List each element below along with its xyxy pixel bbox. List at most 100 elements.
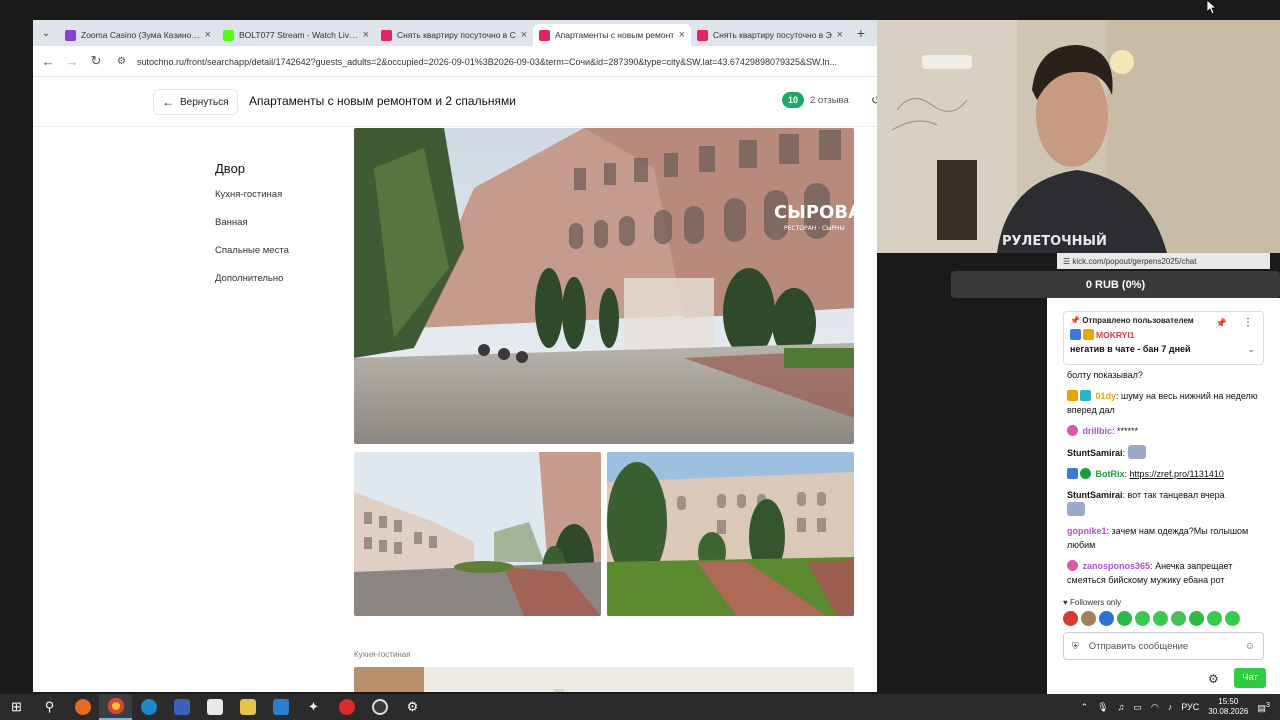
tab-favicon-icon: [539, 29, 550, 41]
clock[interactable]: 15:50 30.08.2026: [1208, 697, 1248, 717]
yandex-icon[interactable]: [330, 694, 363, 720]
chrome-icon[interactable]: [99, 694, 132, 720]
nav-item-bathroom[interactable]: Ванная: [215, 217, 289, 228]
reload-icon[interactable]: ↻: [84, 53, 108, 69]
emote-icon[interactable]: [1117, 611, 1132, 626]
chat-username[interactable]: drillbic: [1083, 426, 1113, 436]
chat-username[interactable]: 01dy: [1096, 391, 1117, 401]
tab-close-icon[interactable]: ×: [363, 29, 369, 41]
back-button-label: Вернуться: [180, 96, 229, 108]
save-disk-icon[interactable]: [165, 694, 198, 720]
tab-strip: ⌄ Zooma Casino (Зума Казино) о × BOLT077…: [33, 20, 877, 46]
tab-close-icon[interactable]: ×: [679, 29, 685, 41]
tab-close-icon[interactable]: ×: [205, 29, 211, 41]
more-options-icon[interactable]: ⋮: [1243, 317, 1253, 328]
tab-search-dropdown[interactable]: ⌄: [33, 20, 59, 46]
chat-username[interactable]: StuntSamirai: [1067, 490, 1123, 500]
chat-username[interactable]: zanosponos365: [1083, 561, 1151, 571]
chat-message: gopnike1: зачем нам одежда?Мы голышом лю…: [1067, 526, 1249, 550]
tab-close-icon[interactable]: ×: [837, 29, 843, 41]
start-icon[interactable]: ⊞: [0, 694, 33, 720]
chevron-up-icon[interactable]: ⌃: [1081, 702, 1089, 713]
chat-message-input[interactable]: ⛨ Отправить сообщение ☺: [1063, 632, 1264, 660]
emote-icon[interactable]: [1207, 611, 1222, 626]
listing-header: ← Вернуться Апартаменты с новым ремонтом…: [33, 77, 877, 127]
cat-emote-icon: [1067, 502, 1085, 516]
emote-icon[interactable]: [1225, 611, 1240, 626]
volume-icon[interactable]: ♪: [1168, 702, 1173, 712]
section-caption: Кухня-гостиная: [354, 650, 411, 659]
pinned-user[interactable]: MOKRYI1: [1070, 329, 1257, 340]
browser-tab[interactable]: Снять квартиру посуточно в С ×: [375, 24, 533, 46]
tab-close-icon[interactable]: ×: [521, 29, 527, 41]
tab-favicon-icon: [381, 29, 392, 41]
emote-icon[interactable]: [1099, 611, 1114, 626]
headphones-icon[interactable]: ♫: [1118, 702, 1125, 712]
emote-icon[interactable]: [1063, 611, 1078, 626]
emote-icon[interactable]: [1171, 611, 1186, 626]
emoji-icon[interactable]: ☺: [1245, 641, 1255, 652]
firefox-icon[interactable]: [66, 694, 99, 720]
browser-tab[interactable]: BOLT077 Stream - Watch Live o ×: [217, 24, 375, 46]
back-arrow-icon[interactable]: ←: [36, 54, 60, 69]
edge-icon[interactable]: [132, 694, 165, 720]
emote-icon[interactable]: [1081, 611, 1096, 626]
browser-toolbar: ← → ↻ ⚙ sutochno.ru/front/searchapp/deta…: [33, 46, 877, 77]
kitchen-photo[interactable]: [354, 667, 854, 692]
pinned-message: 📌 Отправлено пользователем MOKRYI1 негат…: [1063, 311, 1264, 365]
store-icon[interactable]: [198, 694, 231, 720]
unpin-icon[interactable]: 📌: [1216, 318, 1227, 329]
tab-title: Снять квартиру посуточно в Э: [713, 30, 832, 40]
nav-item-kitchen[interactable]: Кухня-гостиная: [215, 189, 289, 200]
chat-messages: болту показывал? 01dy: шуму на весь нижн…: [1067, 368, 1267, 594]
browser-tab[interactable]: Снять квартиру посуточно в Э ×: [691, 24, 849, 46]
chat-settings-icon[interactable]: ⚙: [1208, 672, 1219, 686]
nav-item-beds[interactable]: Спальные места: [215, 245, 289, 256]
courtyard-photo-2[interactable]: [354, 452, 601, 616]
nav-item-extra[interactable]: Дополнительно: [215, 273, 289, 284]
nav-item-courtyard[interactable]: Двор: [215, 161, 289, 176]
folder-icon[interactable]: [231, 694, 264, 720]
browser-window: ⌄ Zooma Casino (Зума Казино) о × BOLT077…: [33, 20, 877, 692]
cat-emote-icon: [1127, 445, 1146, 459]
site-info-icon[interactable]: ⚙: [117, 56, 131, 67]
restaurant-sign-sub: РЕСТОРАН · СЫРНЫ: [784, 225, 845, 232]
verified-icon: [1080, 468, 1091, 479]
reviews-link[interactable]: 2 отзыва: [810, 95, 849, 106]
chat-username[interactable]: StuntSamirai: [1067, 448, 1123, 458]
browser-tab[interactable]: Zooma Casino (Зума Казино) о ×: [59, 24, 217, 46]
badge-icon: [1070, 329, 1081, 340]
crown-icon: [1067, 390, 1078, 401]
emote-icon[interactable]: [1189, 611, 1204, 626]
chat-username[interactable]: BotRix: [1096, 469, 1125, 479]
microphone-icon[interactable]: 🎙: [1097, 702, 1108, 713]
chat-send-button[interactable]: Чат: [1234, 668, 1266, 688]
back-button[interactable]: ← Вернуться: [153, 89, 238, 115]
forward-arrow-icon[interactable]: →: [60, 54, 84, 69]
obs-icon[interactable]: [363, 694, 396, 720]
chat-username[interactable]: gopnike1: [1067, 526, 1107, 536]
search-icon[interactable]: ⚲: [33, 694, 66, 720]
battery-icon[interactable]: ▭: [1133, 702, 1142, 713]
chat-link[interactable]: https://zref.pro/1131410: [1130, 469, 1224, 479]
url-text: sutochno.ru/front/searchapp/detail/17426…: [137, 56, 838, 67]
browser-tab-active[interactable]: Апартаменты с новым ремонт ×: [533, 24, 691, 46]
emote-icon[interactable]: [1135, 611, 1150, 626]
badge-icon: [1067, 425, 1078, 436]
language-indicator[interactable]: РУС: [1181, 702, 1199, 712]
mail-icon[interactable]: [264, 694, 297, 720]
notification-count: 3: [1265, 700, 1270, 709]
wifi-icon[interactable]: ◠: [1151, 702, 1159, 713]
notifications-icon[interactable]: ▤3: [1257, 700, 1270, 714]
settings-gear-icon[interactable]: ⚙: [396, 694, 429, 720]
page-title: Апартаменты с новым ремонтом и 2 спальня…: [249, 94, 516, 108]
new-tab-icon[interactable]: +: [849, 25, 873, 41]
courtyard-photo-main[interactable]: СЫРОВАРНЯ РЕСТОРАН · СЫРНЫ: [354, 128, 854, 444]
bot-badge-icon: [1067, 468, 1078, 479]
address-bar[interactable]: ⚙ sutochno.ru/front/searchapp/detail/174…: [117, 50, 877, 73]
courtyard-photo-3[interactable]: [607, 452, 854, 616]
sparkle-icon[interactable]: ✦: [297, 694, 330, 720]
chat-message: StuntSamirai:: [1067, 445, 1267, 460]
emote-icon[interactable]: [1153, 611, 1168, 626]
chevron-down-icon[interactable]: ⌄: [1247, 344, 1255, 355]
